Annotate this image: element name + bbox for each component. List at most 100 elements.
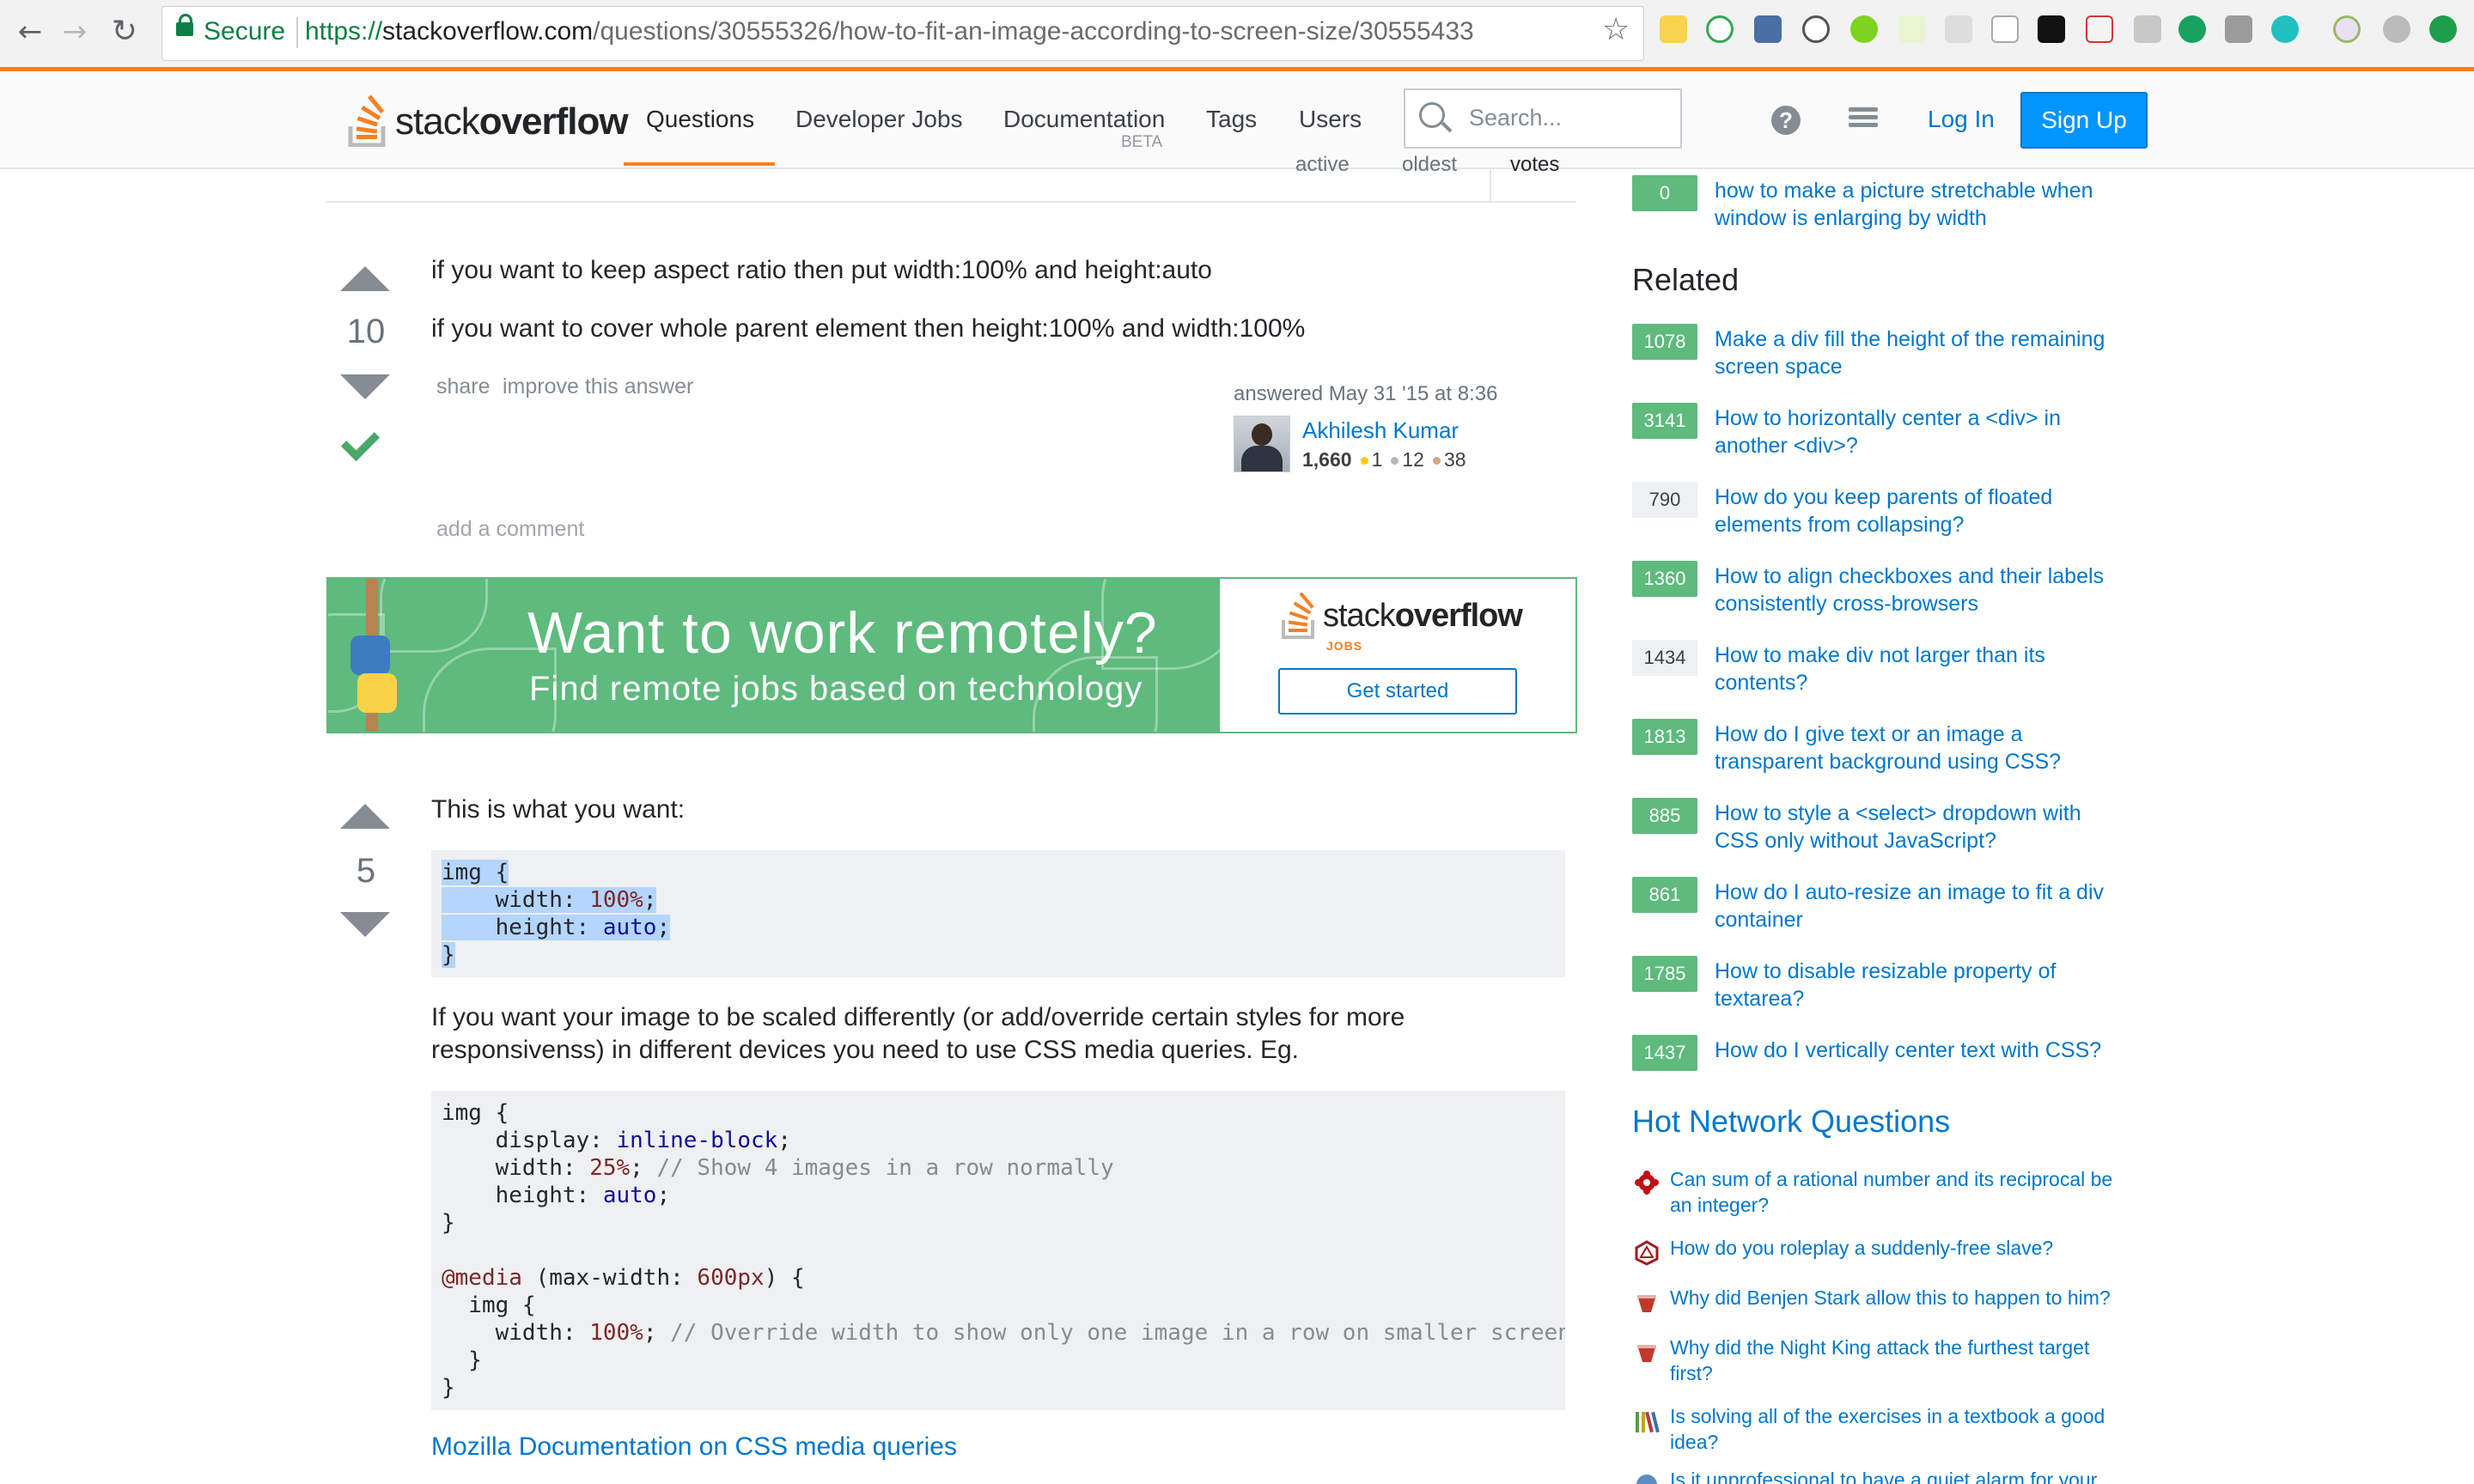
avatar[interactable] [1234,416,1290,472]
answer-intro: This is what you want: [431,795,686,824]
answer-text-line: if you want to cover whole parent elemen… [431,314,1306,343]
related-question-link[interactable]: How to style a <select> dropdown with CSS… [1715,800,2144,855]
extension-icon[interactable] [1660,15,1687,43]
get-started-button[interactable]: Get started [1278,668,1517,715]
related-question-link[interactable]: How do I vertically center text with CSS… [1715,1037,2144,1064]
stack-logo-icon [348,94,386,147]
add-comment-link[interactable]: add a comment [436,517,584,542]
related-question-link[interactable]: How do I auto-resize an image to fit a d… [1715,879,2144,934]
bronze-badge-count: 38 [1443,448,1466,471]
question-title-line: screen space [1715,355,1843,379]
banner-logo-bold: overflow [1394,598,1523,634]
linked-question-link[interactable]: how to make a picture stretchable when wi… [1715,177,2144,232]
banner-subline: Find remote jobs based on technology [529,670,1143,708]
extension-icon[interactable] [2333,15,2361,43]
search-input[interactable]: Search... [1404,88,1682,149]
tabs-divider [326,201,1576,203]
related-question-link[interactable]: How to horizontally center a <div> in ano… [1715,404,2144,459]
related-question-link[interactable]: How do I give text or an image a transpar… [1715,721,2144,775]
url-text[interactable]: https://stackoverflow.com/questions/3055… [305,17,1474,46]
extension-icon[interactable] [1991,15,2019,43]
extension-icon[interactable] [1945,15,1972,43]
extension-icon[interactable] [1802,15,1830,43]
logo-text-light: stack [395,100,480,143]
sort-tab-votes[interactable]: votes [1510,153,1559,177]
related-question-link[interactable]: How to align checkboxes and their labels… [1715,563,2144,617]
extension-icon[interactable] [1754,15,1782,43]
related-question-link[interactable]: How to disable resizable property of text… [1715,958,2144,1013]
answered-timestamp: answered May 31 '15 at 8:36 [1234,382,1498,405]
hnq-question-link[interactable]: How do you roleplay a suddenly-free slav… [1670,1235,2151,1261]
extension-icon[interactable] [1706,15,1734,43]
reload-icon[interactable]: ↻ [105,12,144,52]
score-badge: 885 [1632,798,1697,834]
nav-documentation[interactable]: Documentation [1003,106,1165,133]
signup-button[interactable]: Sign Up [2020,92,2148,149]
site-logo[interactable]: stackoverflow [347,94,629,149]
question-title-line: Can sum of a rational number and its rec… [1670,1168,2113,1190]
question-title-line: first? [1670,1362,1713,1384]
related-question-link[interactable]: How to make div not larger than its conte… [1715,642,2144,696]
sort-tab-active[interactable]: active [1295,153,1350,177]
extension-icon[interactable] [2225,15,2252,43]
question-title-line: how to make a picture stretchable when [1715,179,2093,203]
hnq-question-link[interactable]: Is it unprofessional to have a quiet ala… [1670,1467,2151,1484]
tab-divider [1490,167,1491,202]
extension-icon[interactable] [2178,15,2206,43]
extension-icon[interactable] [2038,15,2065,43]
question-title-line: Why did Benjen Stark allow this to happe… [1670,1286,2111,1309]
search-icon [1419,102,1445,128]
extension-icon[interactable] [2383,15,2410,43]
login-link[interactable]: Log In [1928,106,1995,133]
mozilla-docs-link[interactable]: Mozilla Documentation on CSS media queri… [431,1432,957,1462]
so-jobs-logo: stackoverflow JOBS [1280,591,1538,653]
hnq-question-link[interactable]: Can sum of a rational number and its rec… [1670,1166,2151,1218]
bookmark-star-icon[interactable]: ☆ [1602,12,1630,47]
nav-developer-jobs[interactable]: Developer Jobs [795,106,963,133]
nav-tags[interactable]: Tags [1206,106,1257,133]
question-title-line: consistently cross-browsers [1715,592,1979,616]
upvote-button[interactable] [340,266,390,291]
hnq-question-link[interactable]: Is solving all of the exercises in a tex… [1670,1403,2151,1455]
score-badge: 3141 [1632,403,1697,439]
back-arrow-icon[interactable]: ← [10,12,50,52]
downvote-button[interactable] [340,374,390,399]
hnq-question-link[interactable]: Why did Benjen Stark allow this to happe… [1670,1285,2151,1311]
extension-icon[interactable] [1850,15,1878,43]
related-question-link[interactable]: How do you keep parents of floated elemen… [1715,484,2144,538]
nav-questions[interactable]: Questions [646,106,754,133]
upvote-button[interactable] [340,804,390,829]
jobs-banner-ad[interactable]: Want to work remotely? Find remote jobs … [326,577,1577,733]
review-queue-icon[interactable] [1849,107,1878,133]
share-link[interactable]: share [436,374,491,399]
rpg-site-icon [1634,1240,1660,1266]
question-title-line: Is it unprofessional to have a quiet ala… [1670,1469,2098,1484]
score-badge: 0 [1632,175,1697,211]
nav-users[interactable]: Users [1299,106,1362,133]
reputation-score: 1,660 [1302,448,1352,471]
code-block[interactable]: img { width: 100%; height: auto; } [431,850,1565,977]
question-title-line: elements from collapsing? [1715,513,1965,537]
forward-arrow-icon[interactable]: → [55,12,94,52]
lock-icon [176,14,193,36]
sort-tab-oldest[interactable]: oldest [1402,153,1457,177]
address-bar[interactable]: Secure https://stackoverflow.com/questio… [161,6,1644,61]
user-name-link[interactable]: Akhilesh Kumar [1302,417,1459,444]
extension-icon[interactable] [2086,15,2113,43]
extension-icon[interactable] [1898,15,1926,43]
extension-icon[interactable] [2429,15,2457,43]
question-title-line: textarea? [1715,987,1805,1011]
downvote-button[interactable] [340,912,390,937]
code-block[interactable]: img { display: inline-block; width: 25%;… [431,1091,1565,1410]
help-icon[interactable]: ? [1771,106,1801,135]
silver-badge-icon [1391,457,1399,465]
extension-icon[interactable] [2271,15,2299,43]
score-badge: 861 [1632,877,1697,913]
improve-answer-link[interactable]: improve this answer [503,374,693,399]
hot-network-questions-heading[interactable]: Hot Network Questions [1632,1104,1950,1140]
url-host: stackoverflow.com [382,17,594,46]
extension-icon[interactable] [2134,15,2161,43]
related-question-link[interactable]: Make a div fill the height of the remain… [1715,325,2144,380]
hnq-question-link[interactable]: Why did the Night King attack the furthe… [1670,1335,2151,1386]
gold-badge-icon [1360,457,1368,465]
